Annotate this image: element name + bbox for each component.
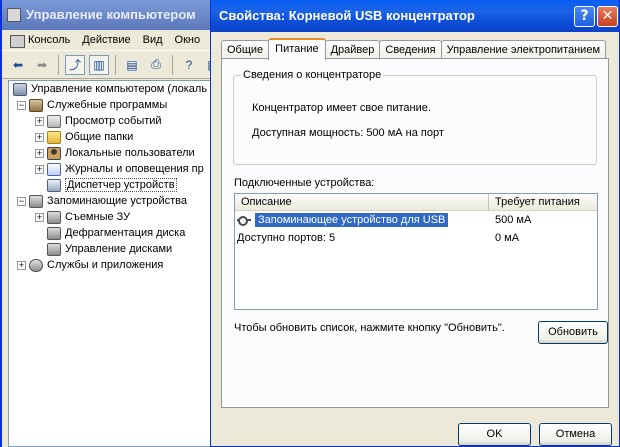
list-header: Описание Требует питания xyxy=(235,194,597,211)
defrag-icon xyxy=(47,226,61,240)
expand-icon[interactable]: + xyxy=(35,212,44,222)
row-power: 0 мА xyxy=(495,232,520,244)
hub-info-legend: Сведения о концентраторе xyxy=(241,69,384,81)
tree-item-label: Локальные пользователи xyxy=(65,147,195,159)
expand-icon[interactable]: + xyxy=(35,116,44,126)
expand-icon[interactable]: + xyxy=(17,260,26,270)
column-header-power-required[interactable]: Требует питания xyxy=(489,194,597,210)
computer-management-window: Управление компьютером Консоль Действие … xyxy=(0,0,232,447)
tree-item[interactable]: + Просмотр событий xyxy=(9,113,231,129)
storage-icon xyxy=(29,194,43,208)
tree-item[interactable]: Управление дисками xyxy=(9,241,231,257)
computer-icon xyxy=(13,82,27,96)
tree-item-label: Служебные программы xyxy=(47,99,168,111)
tree-item[interactable]: Диспетчер устройств xyxy=(9,177,231,193)
row-description: Запоминающее устройство для USB xyxy=(255,213,449,227)
expand-icon[interactable]: + xyxy=(35,148,44,158)
menu-view[interactable]: Вид xyxy=(137,34,169,46)
toolbar-separator xyxy=(172,54,173,75)
tree-item[interactable]: − Запоминающие устройства xyxy=(9,193,231,209)
removable-storage-icon xyxy=(47,210,61,224)
background-toolbar: ⬅ ➡ ⤴ ▥ ▤ ⎙ ? ▦ xyxy=(2,51,230,79)
refresh-button[interactable]: Обновить xyxy=(538,321,608,344)
tab-driver[interactable]: Драйвер xyxy=(324,40,381,59)
available-power-text: Доступная мощность: 500 мА на порт xyxy=(252,127,444,139)
hub-info-group: Сведения о концентраторе Концентратор им… xyxy=(233,69,597,165)
background-title-bar: Управление компьютером xyxy=(2,0,230,30)
disk-management-icon xyxy=(47,242,61,256)
menu-window[interactable]: Окно xyxy=(169,34,207,46)
refresh-hint-text: Чтобы обновить список, нажмите кнопку "О… xyxy=(234,322,505,334)
table-row[interactable]: Запоминающее устройство для USB 500 мА xyxy=(235,211,597,229)
show-tree-icon[interactable]: ▥ xyxy=(89,54,109,75)
collapse-icon[interactable]: − xyxy=(17,100,26,110)
services-icon xyxy=(29,258,43,272)
event-log-icon xyxy=(47,114,61,128)
tree-item-label: Запоминающие устройства xyxy=(47,195,188,207)
console-tree[interactable]: Управление компьютером (локаль − Служебные… xyxy=(8,80,232,447)
menu-console[interactable]: Консоль xyxy=(6,34,76,48)
tree-item[interactable]: Дефрагментация диска xyxy=(9,225,231,241)
tab-strip: Общие Питание Драйвер Сведения Управлени… xyxy=(221,38,607,60)
toolbar-separator xyxy=(115,54,116,75)
connected-devices-label: Подключенные устройства: xyxy=(234,177,375,189)
tree-item[interactable]: + Локальные пользователи xyxy=(9,145,231,161)
ok-button[interactable]: OK xyxy=(458,423,531,446)
row-description-cell: Доступно портов: 5 xyxy=(235,232,489,244)
tree-item[interactable]: Управление компьютером (локаль xyxy=(9,81,231,97)
cancel-button[interactable]: Отмена xyxy=(539,423,612,446)
dialog-title: Свойства: Корневой USB концентратор xyxy=(219,8,475,23)
row-description: Доступно портов: 5 xyxy=(237,232,336,244)
forward-arrow-icon[interactable]: ➡ xyxy=(32,55,52,75)
tree-item-label: Просмотр событий xyxy=(65,115,162,127)
shared-folder-icon xyxy=(47,130,61,144)
menu-action[interactable]: Действие xyxy=(76,34,136,46)
tree-item[interactable]: + Съемные ЗУ xyxy=(9,209,231,225)
tree-item[interactable]: + Общие папки xyxy=(9,129,231,145)
tree-item[interactable]: − Служебные программы xyxy=(9,97,231,113)
tree-item-label: Службы и приложения xyxy=(47,259,164,271)
back-arrow-icon[interactable]: ⬅ xyxy=(8,55,28,75)
device-manager-icon xyxy=(47,178,61,192)
computer-management-icon xyxy=(7,8,21,22)
performance-logs-icon xyxy=(47,162,61,176)
connected-devices-list[interactable]: Описание Требует питания Запоминающее ус… xyxy=(234,193,598,310)
power-status-text: Концентратор имеет свое питание. xyxy=(252,102,431,114)
up-folder-icon[interactable]: ⤴ xyxy=(65,54,85,75)
toolbar-separator xyxy=(58,54,59,75)
dialog-title-bar[interactable]: Свойства: Корневой USB концентратор xyxy=(211,0,619,32)
expand-icon[interactable]: + xyxy=(35,132,44,142)
power-tab-panel: Сведения о концентраторе Концентратор им… xyxy=(221,58,609,408)
tree-item-label: Управление компьютером (локаль xyxy=(31,83,208,95)
tree-item-label: Общие папки xyxy=(65,131,134,143)
row-power: 500 мА xyxy=(495,214,532,226)
tree-item-label: Съемные ЗУ xyxy=(65,211,131,223)
print-icon[interactable]: ⎙ xyxy=(146,55,166,75)
tree-item[interactable]: + Журналы и оповещения пр xyxy=(9,161,231,177)
row-description-cell: Запоминающее устройство для USB xyxy=(235,213,489,227)
properties-icon[interactable]: ▤ xyxy=(122,55,142,75)
tab-power[interactable]: Питание xyxy=(268,38,326,60)
tree-item-label: Дефрагментация диска xyxy=(65,227,186,239)
expand-icon[interactable]: + xyxy=(35,164,44,174)
background-window-title: Управление компьютером xyxy=(26,7,196,22)
users-icon xyxy=(47,146,61,160)
tree-item[interactable]: + Службы и приложения xyxy=(9,257,231,273)
tools-icon xyxy=(29,98,43,112)
usb-hub-properties-dialog: Свойства: Корневой USB концентратор ? ✕ … xyxy=(210,0,620,447)
background-menu-bar: Консоль Действие Вид Окно xyxy=(2,30,230,51)
tree-item-label: Диспетчер устройств xyxy=(65,178,177,192)
tab-details[interactable]: Сведения xyxy=(379,40,442,59)
help-icon[interactable]: ? xyxy=(179,55,199,75)
tree-item-label: Журналы и оповещения пр xyxy=(65,163,204,175)
help-button[interactable]: ? xyxy=(574,6,595,27)
column-header-description[interactable]: Описание xyxy=(235,194,489,210)
tree-item-label: Управление дисками xyxy=(65,243,173,255)
close-button[interactable]: ✕ xyxy=(597,6,618,27)
usb-icon xyxy=(237,214,251,226)
tab-power-management[interactable]: Управление электропитанием xyxy=(440,40,607,59)
collapse-icon[interactable]: − xyxy=(17,196,26,206)
table-row[interactable]: Доступно портов: 5 0 мА xyxy=(235,229,597,247)
tab-general[interactable]: Общие xyxy=(221,40,270,59)
